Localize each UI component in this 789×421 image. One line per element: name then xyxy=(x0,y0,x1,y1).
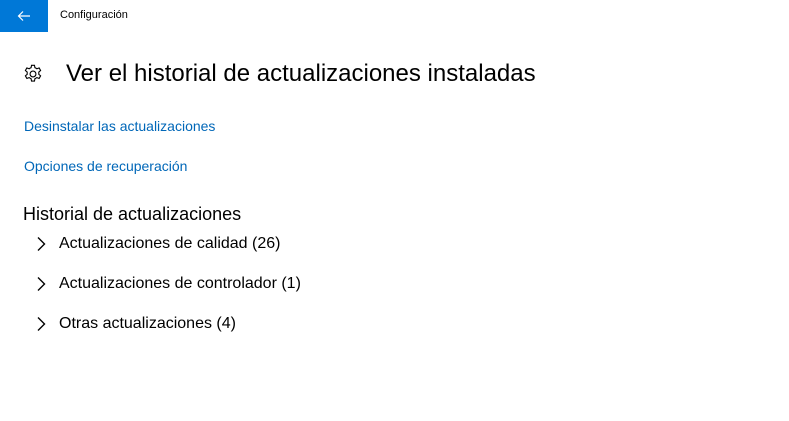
recovery-options-link[interactable]: Opciones de recuperación xyxy=(24,158,187,174)
history-item-label: Actualizaciones de calidad (26) xyxy=(59,235,281,252)
uninstall-updates-link[interactable]: Desinstalar las actualizaciones xyxy=(24,118,215,134)
gear-icon xyxy=(22,63,44,85)
page-header: Ver el historial de actualizaciones inst… xyxy=(22,58,536,90)
other-updates-item[interactable]: Otras actualizaciones (4) xyxy=(30,312,301,336)
update-history-list: Actualizaciones de calidad (26) Actualiz… xyxy=(30,232,301,352)
page-title: Ver el historial de actualizaciones inst… xyxy=(66,60,536,87)
window-title: Configuración xyxy=(60,9,128,21)
chevron-right-icon xyxy=(30,312,52,336)
quality-updates-item[interactable]: Actualizaciones de calidad (26) xyxy=(30,232,301,256)
history-item-label: Actualizaciones de controlador (1) xyxy=(59,275,301,292)
title-bar: Configuración xyxy=(0,0,789,32)
back-button[interactable] xyxy=(0,0,48,32)
history-item-label: Otras actualizaciones (4) xyxy=(59,315,236,332)
update-history-heading: Historial de actualizaciones xyxy=(23,204,242,224)
chevron-right-icon xyxy=(30,232,52,256)
chevron-right-icon xyxy=(30,272,52,296)
back-arrow-icon xyxy=(17,10,31,22)
driver-updates-item[interactable]: Actualizaciones de controlador (1) xyxy=(30,272,301,296)
